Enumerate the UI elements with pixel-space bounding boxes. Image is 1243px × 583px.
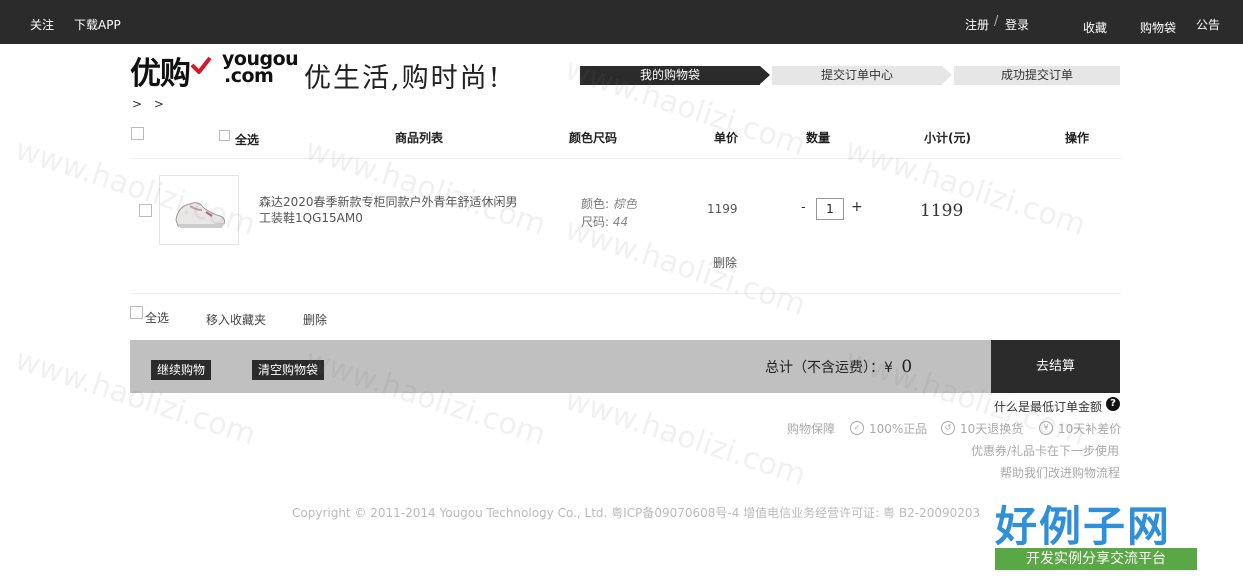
col-subtotal: 小计(元)	[924, 131, 971, 145]
favorites-link[interactable]: 收藏	[1083, 19, 1107, 36]
divider	[130, 293, 1121, 294]
step-arrow	[942, 66, 952, 84]
guarantee-return: 10天退换货	[960, 422, 1024, 436]
batch-delete-link[interactable]: 删除	[303, 311, 327, 328]
col-action: 操作	[1065, 131, 1090, 145]
watermark-text: www.haolizi.com	[560, 382, 810, 493]
genuine-icon: ✓	[850, 421, 864, 435]
coupon-note: 优惠券/礼品卡在下一步使用	[971, 444, 1120, 458]
color-value: 棕色	[612, 197, 637, 211]
feedback-link[interactable]: 帮助我们改进购物流程	[1000, 464, 1120, 481]
cart-link[interactable]: 购物袋	[1140, 19, 1176, 36]
item-subtotal: 1199	[920, 201, 964, 221]
col-quantity: 数量	[806, 131, 831, 145]
register-login-separator: /	[994, 14, 999, 29]
product-name[interactable]: 森达2020春季新款专柜同款户外青年舒适休闲男工装鞋1QG15AM0	[259, 194, 519, 226]
footer-copyright: Copyright © 2011-2014 Yougou Technology …	[292, 506, 981, 520]
clear-cart-button[interactable]: 清空购物袋	[252, 360, 325, 380]
return-icon: ↺	[941, 421, 955, 435]
logo-cn-text: 优购	[130, 56, 191, 92]
guarantee-price-diff: 10天补差价	[1058, 422, 1122, 436]
register-link[interactable]: 注册	[965, 16, 989, 33]
brand-logo: 好例子网	[995, 502, 1172, 551]
total-label: 总计（不含运费）：¥	[765, 360, 893, 376]
watermark-text: www.haolizi.com	[300, 132, 550, 243]
item-checkbox[interactable]	[139, 204, 152, 217]
total-amount: 总计（不含运费）：¥ 0	[765, 357, 912, 377]
quantity-input[interactable]: 1	[816, 198, 844, 220]
divider	[130, 158, 1121, 159]
shoe-icon	[175, 202, 225, 228]
watermark-text: www.haolizi.com	[840, 132, 1090, 243]
download-app-link[interactable]: 下载APP	[74, 16, 121, 33]
header-row-checkbox[interactable]	[131, 127, 144, 140]
delete-item-link[interactable]: 删除	[713, 254, 737, 271]
follow-link[interactable]: 关注	[30, 16, 54, 33]
move-to-favorites-link[interactable]: 移入收藏夹	[206, 311, 266, 328]
guarantee-genuine: 100%正品	[869, 422, 928, 436]
bottom-select-all-label: 全选	[145, 311, 170, 325]
guarantee-label: 购物保障	[787, 422, 836, 436]
help-icon[interactable]: ?	[1106, 397, 1120, 411]
product-image[interactable]	[159, 175, 239, 245]
col-unit-price: 单价	[714, 131, 739, 145]
size-value: 44	[612, 215, 629, 229]
step-my-cart: 我的购物袋	[580, 66, 760, 85]
logo-check-icon	[190, 56, 212, 74]
size-attr: 尺码: 44	[581, 213, 628, 230]
continue-shopping-button[interactable]: 继续购物	[151, 360, 212, 380]
step-order-success: 成功提交订单	[954, 66, 1120, 85]
login-link[interactable]: 登录	[1005, 16, 1029, 33]
notice-link[interactable]: 公告	[1196, 16, 1220, 33]
min-order-link[interactable]: 什么是最低订单金额	[994, 398, 1102, 415]
qty-decrease-button[interactable]: -	[801, 200, 806, 215]
checkout-button[interactable]: 去结算	[991, 340, 1120, 393]
qty-increase-button[interactable]: +	[851, 199, 863, 215]
bottom-select-all-checkbox[interactable]	[130, 306, 143, 319]
slogan: 优生活,购时尚!	[304, 63, 502, 94]
checkout-steps: 我的购物袋 提交订单中心 成功提交订单	[580, 66, 1120, 85]
total-value: 0	[901, 357, 913, 377]
breadcrumb[interactable]: > >	[132, 97, 168, 111]
price-diff-icon: ¥	[1039, 421, 1053, 435]
select-all-checkbox[interactable]	[219, 130, 230, 141]
col-color-size: 颜色尺码	[569, 131, 618, 145]
select-all-label: 全选	[235, 133, 260, 147]
size-label: 尺码:	[581, 215, 610, 229]
brand-subtitle: 开发实例分享交流平台	[995, 548, 1197, 570]
unit-price: 1199	[707, 202, 738, 216]
step-arrow	[760, 66, 770, 84]
color-label: 颜色:	[581, 197, 610, 211]
step-submit-order: 提交订单中心	[772, 66, 942, 85]
top-navbar: 关注 下载APP 注册 / 登录 收藏 购物袋 公告	[0, 0, 1243, 44]
logo-domain-text: .com	[224, 65, 274, 87]
color-attr: 颜色: 棕色	[581, 195, 637, 212]
col-goods: 商品列表	[395, 131, 444, 145]
